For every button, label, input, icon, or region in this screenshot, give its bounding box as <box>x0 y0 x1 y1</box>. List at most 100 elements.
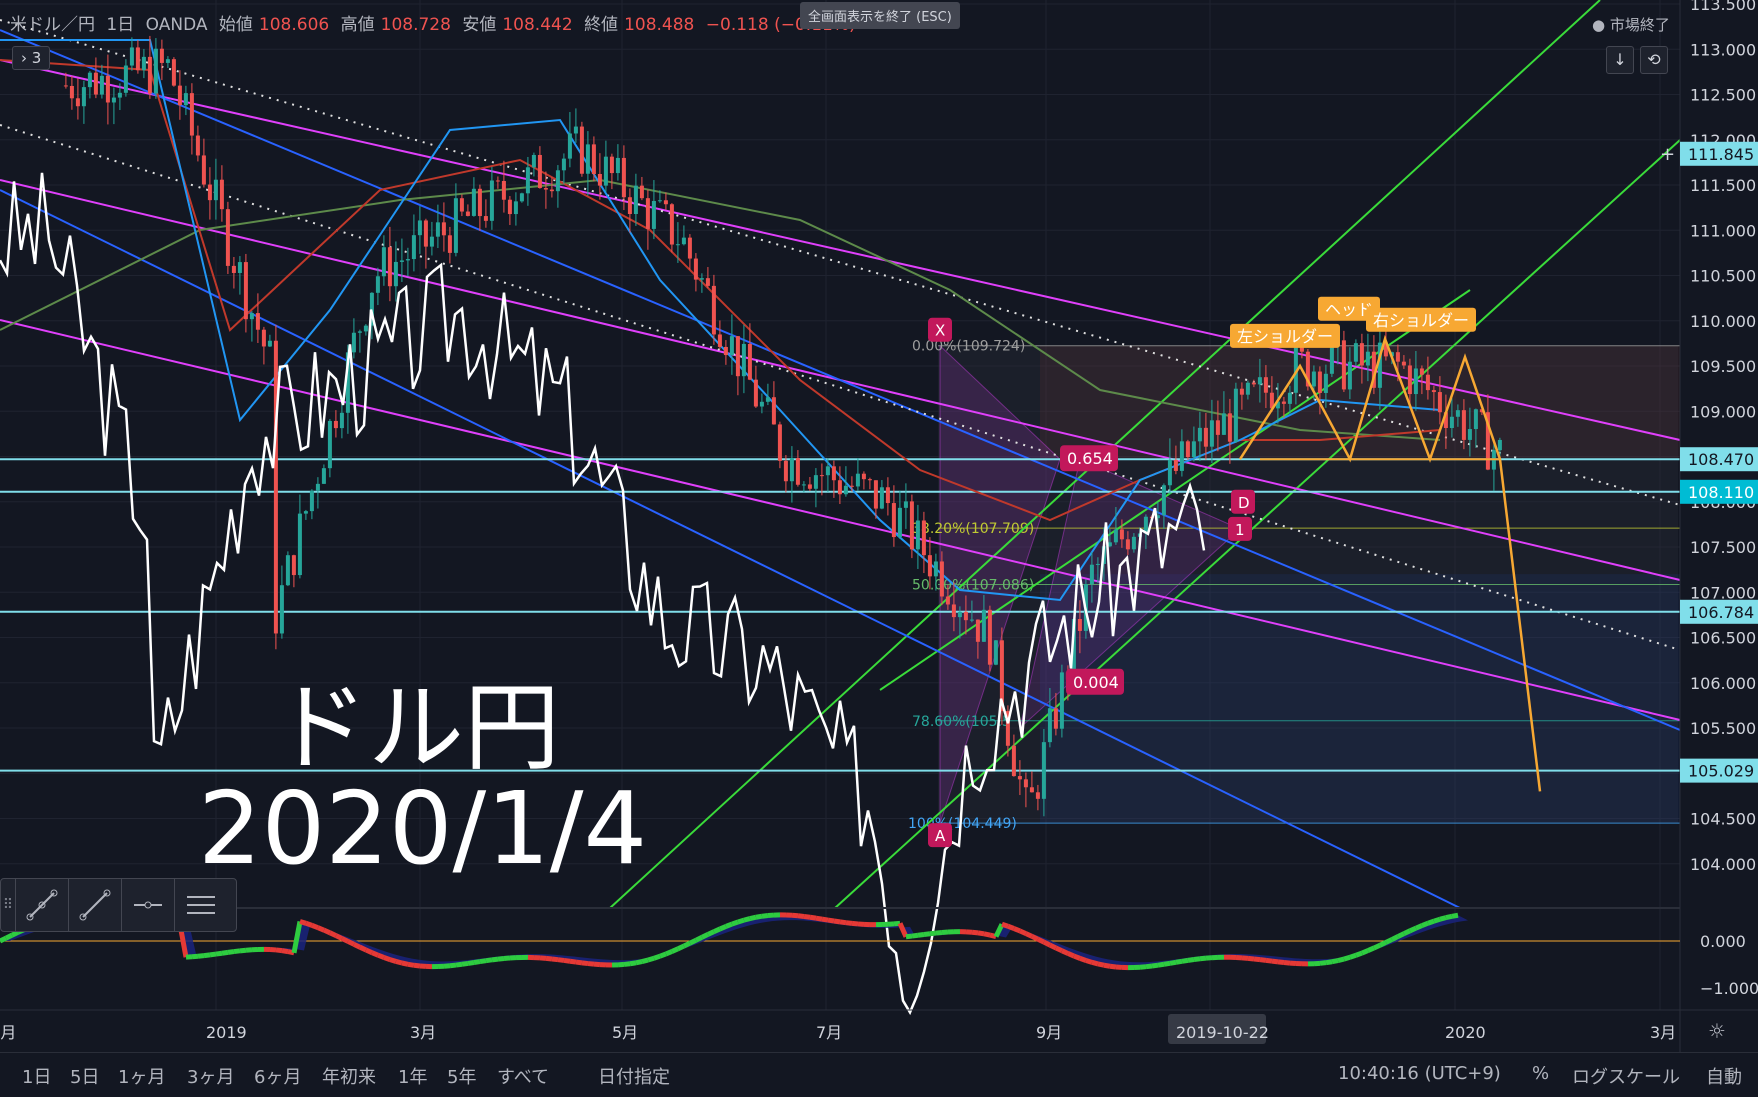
candle-body <box>70 86 74 98</box>
range-ytd[interactable]: 年初来 <box>322 1063 376 1089</box>
oscillator-segment <box>1176 961 1182 962</box>
time-tick-label: 2019-10-22 <box>1176 1023 1269 1042</box>
candle-body <box>64 85 68 86</box>
exit-fullscreen-button[interactable]: 全画面表示を終了 (ESC) <box>800 2 960 29</box>
interval-label[interactable]: 1日 <box>106 15 134 35</box>
oscillator-segment <box>1278 962 1284 963</box>
log-scale-toggle[interactable]: ログスケール <box>1572 1063 1680 1089</box>
oscillator-segment <box>1182 960 1188 961</box>
chart-canvas[interactable]: 0.00%(109.724)38.20%(107.709)50.00%(107.… <box>0 0 1758 1096</box>
oscillator-segment <box>834 921 840 922</box>
candle-body <box>1438 392 1442 412</box>
range-3m[interactable]: 3ヶ月 <box>187 1063 234 1089</box>
candle-body <box>268 341 272 347</box>
oscillator-segment <box>1050 945 1056 948</box>
candle-body <box>526 167 530 193</box>
clock: 10:40:16 (UTC+9) <box>1338 1063 1501 1084</box>
candle-body <box>316 484 320 491</box>
oscillator-segment <box>1194 959 1200 960</box>
oscillator-segment <box>1074 956 1080 958</box>
candle-body <box>688 238 692 259</box>
candle-body <box>1240 389 1244 395</box>
trend-line-tool-icon[interactable] <box>68 879 121 931</box>
oscillator-segment <box>276 950 282 951</box>
range-1m[interactable]: 1ヶ月 <box>118 1063 165 1089</box>
candle-body <box>1456 410 1460 417</box>
candle-body <box>118 93 122 98</box>
candle-body <box>628 197 632 214</box>
candle-body <box>142 57 146 70</box>
candle-body <box>916 521 920 550</box>
drag-handle-icon[interactable]: ⠿ <box>1 897 15 913</box>
candle-body <box>1462 410 1466 440</box>
oscillator-segment <box>1146 966 1152 967</box>
oscillator-tick-label: 0.000 <box>1700 932 1746 951</box>
range-5d[interactable]: 5日 <box>70 1063 99 1089</box>
percent-toggle[interactable]: % <box>1532 1063 1549 1084</box>
candle-body <box>274 341 278 634</box>
candle-body <box>280 585 284 633</box>
oscillator-segment <box>1260 960 1266 961</box>
price-tick-label: 109.500 <box>1690 357 1756 376</box>
oscillator-segment <box>840 922 846 923</box>
price-tick-label: 107.500 <box>1690 538 1756 557</box>
candle-body <box>988 610 992 665</box>
candle-body <box>1114 529 1118 542</box>
range-all[interactable]: すべて <box>497 1063 549 1089</box>
legend-toggle-button[interactable]: › 3 <box>12 46 50 70</box>
range-5y[interactable]: 5年 <box>447 1063 476 1089</box>
candle-body <box>364 326 368 332</box>
auto-scale-toggle[interactable]: 自動 <box>1706 1063 1742 1089</box>
oscillator-segment <box>378 955 384 957</box>
download-icon[interactable]: ↓ <box>1606 46 1634 74</box>
candle-body <box>478 189 482 216</box>
oscillator-segment <box>402 963 408 964</box>
oscillator-segment <box>552 959 558 960</box>
candle-body <box>214 180 218 200</box>
candle-body <box>1498 440 1502 450</box>
oscillator-segment <box>906 936 912 937</box>
candle-body <box>1030 787 1034 792</box>
candle-body <box>796 458 800 485</box>
candle-body <box>1168 460 1172 485</box>
oscillator-segment <box>486 960 492 961</box>
settings-lines-tool-icon[interactable] <box>174 879 227 931</box>
candle-body <box>286 555 290 585</box>
oscillator-segment <box>978 933 984 934</box>
candle-body <box>412 235 416 259</box>
oscillator-segment <box>936 932 942 933</box>
candle-body <box>1234 389 1238 442</box>
oscillator-segment <box>330 933 336 936</box>
candle-body <box>1426 375 1430 390</box>
horizontal-ray-tool-icon[interactable] <box>121 879 174 931</box>
trend-channel-tool-icon[interactable] <box>15 879 68 931</box>
oscillator-segment <box>576 962 582 963</box>
range-1y[interactable]: 1年 <box>398 1063 427 1089</box>
symbol-name[interactable]: 米ドル／円 <box>10 15 95 35</box>
oscillator-segment <box>408 964 414 965</box>
candle-body <box>586 144 590 173</box>
candle-body <box>1078 619 1082 631</box>
candle-body <box>94 73 98 95</box>
price-tick-label: 110.000 <box>1690 312 1756 331</box>
candle-body <box>886 487 890 503</box>
oscillator-segment <box>1110 966 1116 967</box>
oscillator-segment <box>222 952 228 953</box>
oscillator-segment <box>1422 923 1428 925</box>
range-6m[interactable]: 6ヶ月 <box>254 1063 301 1089</box>
price-level-value: 108.470 <box>1688 450 1754 469</box>
refresh-icon[interactable]: ⟲ <box>1640 46 1668 74</box>
oscillator-segment <box>1338 959 1344 960</box>
oscillator-segment <box>492 959 498 960</box>
candle-body <box>1432 390 1436 392</box>
range-1d[interactable]: 1日 <box>22 1063 51 1089</box>
candle-body <box>1042 742 1046 799</box>
oscillator-segment <box>636 962 642 963</box>
oscillator-segment <box>1098 964 1104 965</box>
oscillator-segment <box>1068 953 1074 956</box>
candle-body <box>1012 746 1016 776</box>
broker-label: OANDA <box>146 15 208 35</box>
oscillator-segment <box>1038 939 1044 942</box>
candle-body <box>580 127 584 174</box>
date-range-button[interactable]: 日付指定 <box>598 1063 670 1089</box>
